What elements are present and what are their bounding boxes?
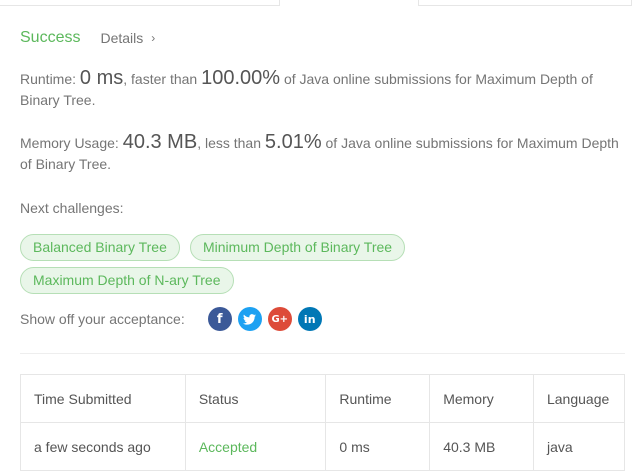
- column-header-status: Status: [184, 374, 327, 423]
- runtime-mid: , faster than: [123, 71, 202, 87]
- facebook-icon[interactable]: f: [207, 307, 232, 331]
- memory-mid: , less than: [197, 135, 265, 151]
- result-header: Success Details ›: [20, 28, 155, 48]
- column-header-memory: Memory: [429, 374, 534, 423]
- result-tabs: [0, 0, 632, 6]
- google-plus-icon[interactable]: G+: [267, 307, 292, 331]
- column-header-time: Time Submitted: [20, 374, 186, 423]
- chevron-right-icon: ›: [151, 31, 156, 45]
- runtime-percent: 100.00%: [201, 67, 281, 89]
- challenge-chip[interactable]: Balanced Binary Tree: [20, 234, 180, 261]
- memory-stat: Memory Usage: 40.3 MB, less than 5.01% o…: [20, 132, 620, 175]
- cell-status: Accepted: [184, 422, 327, 471]
- twitter-icon[interactable]: [237, 307, 262, 331]
- cell-runtime: 0 ms: [325, 422, 431, 471]
- runtime-value: 0 ms: [79, 67, 124, 89]
- tab-left[interactable]: [0, 0, 280, 6]
- memory-value: 40.3 MB: [122, 131, 198, 153]
- next-challenges-label: Next challenges:: [20, 200, 124, 216]
- cell-time-submitted: a few seconds ago: [20, 422, 186, 471]
- details-label: Details: [100, 30, 144, 46]
- success-status: Success: [20, 29, 81, 46]
- twitter-bird-glyph: [243, 313, 257, 325]
- social-buttons: f G+ in: [207, 307, 328, 331]
- challenge-chip[interactable]: Minimum Depth of Binary Tree: [190, 234, 405, 261]
- table-header-row: Time Submitted Status Runtime Memory Lan…: [20, 374, 626, 423]
- runtime-stat: Runtime: 0 ms, faster than 100.00% of Ja…: [20, 68, 620, 111]
- memory-percent: 5.01%: [264, 131, 322, 153]
- accepted-status-link[interactable]: Accepted: [199, 439, 257, 455]
- linkedin-icon[interactable]: in: [297, 307, 322, 331]
- column-header-runtime: Runtime: [325, 374, 431, 423]
- tab-active[interactable]: [280, 0, 419, 6]
- section-divider: [20, 353, 625, 354]
- cell-memory: 40.3 MB: [429, 422, 534, 471]
- cell-language: java: [532, 422, 626, 471]
- column-header-language: Language: [532, 374, 626, 423]
- submissions-table: Time Submitted Status Runtime Memory Lan…: [20, 374, 626, 471]
- share-label: Show off your acceptance:: [20, 311, 185, 327]
- challenge-chip[interactable]: Maximum Depth of N-ary Tree: [20, 267, 234, 294]
- tab-right[interactable]: [419, 0, 632, 6]
- details-link[interactable]: Details ›: [100, 30, 155, 46]
- share-row: Show off your acceptance: f G+ in: [20, 307, 328, 331]
- memory-label: Memory Usage:: [20, 135, 123, 151]
- runtime-label: Runtime:: [20, 71, 80, 87]
- table-row: a few seconds ago Accepted 0 ms 40.3 MB …: [20, 422, 626, 471]
